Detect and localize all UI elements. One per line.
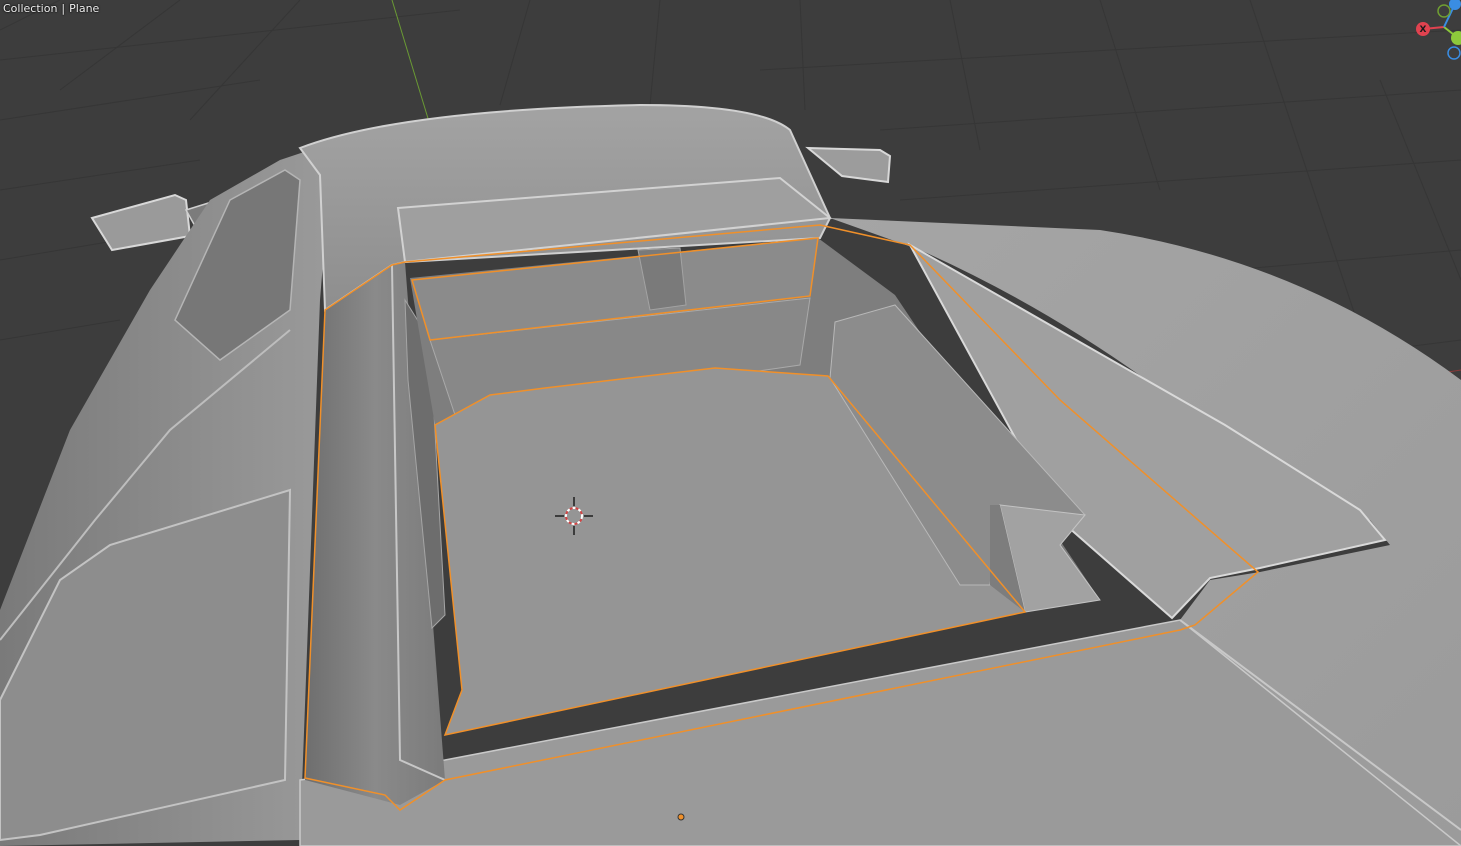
- collection-label: Collection: [3, 2, 58, 15]
- gizmo-z-axis[interactable]: [1449, 0, 1461, 10]
- object-name-label: Plane: [69, 2, 100, 15]
- gizmo-x-label: X: [1420, 25, 1427, 35]
- breadcrumb-separator: |: [61, 2, 66, 15]
- car-model[interactable]: [0, 103, 1461, 846]
- left-mirror: [90, 193, 192, 252]
- navigation-gizmo[interactable]: X: [1400, 0, 1461, 70]
- right-mirror: [805, 146, 892, 184]
- y-axis-line: [391, 0, 431, 126]
- viewport-breadcrumb: Collection | Plane: [3, 1, 99, 17]
- viewport-scene[interactable]: [0, 0, 1461, 846]
- gizmo-x-negative[interactable]: [1447, 46, 1461, 60]
- object-origin-icon[interactable]: [677, 813, 685, 821]
- gizmo-y-negative[interactable]: [1437, 4, 1451, 18]
- 3d-viewport[interactable]: X Collection | Plane: [0, 0, 1461, 846]
